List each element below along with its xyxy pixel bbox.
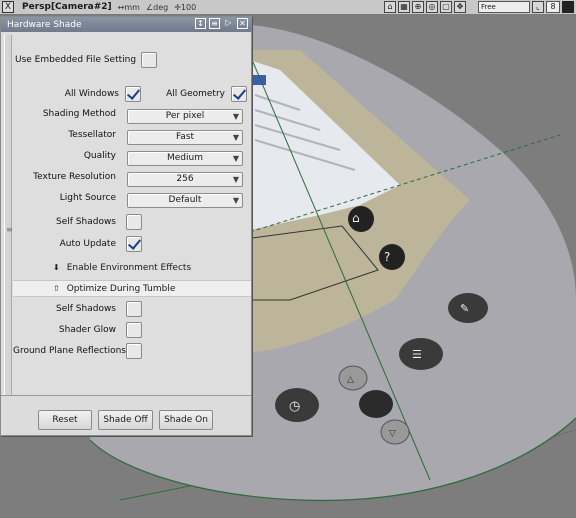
auto-update-row: Auto Update [15,236,142,252]
tessellator-select[interactable]: Fast ▼ [127,130,243,145]
all-windows-row: All Windows All Geometry [15,86,247,102]
frame-icon[interactable]: ▢ [440,1,452,13]
svg-text:◷: ◷ [289,399,300,414]
chevron-down-icon: ▼ [232,154,239,163]
menu-icon[interactable]: ≡ [209,18,220,29]
camera-mode-field[interactable]: Free [478,1,530,13]
texture-resolution-row: Texture Resolution [15,172,116,182]
svg-text:⌂: ⌂ [352,211,360,225]
shade-off-button[interactable]: Shade Off [98,410,153,430]
use-embedded-row: Use Embedded File Setting [15,52,158,68]
svg-text:☰: ☰ [412,348,422,361]
all-geometry-label: All Geometry [166,89,225,99]
ground-plane-checkbox[interactable] [126,343,142,359]
unit-mm-indicator: ↔mm [117,2,140,12]
quality-label: Quality [83,151,116,161]
close-icon[interactable]: ✕ [237,18,248,29]
unit-deg-indicator: ∠deg [145,2,169,12]
light-source-row: Light Source [15,193,116,203]
svg-text:?: ? [384,250,390,264]
all-windows-label: All Windows [64,89,119,99]
zoom-icon[interactable]: ⊕ [412,1,424,13]
auto-update-checkbox[interactable] [126,236,142,252]
move-icon[interactable]: ✥ [454,1,466,13]
texture-resolution-label: Texture Resolution [33,172,116,182]
chevron-down-icon: ▼ [232,175,239,184]
quality-row: Quality [15,151,116,161]
center-button [359,390,393,418]
env-effects-label: Enable Environment Effects [66,262,192,273]
self-shadows-2-label: Self Shadows [56,304,116,314]
viewport-close-button[interactable]: X [2,1,14,13]
panel-title: Hardware Shade [7,19,82,30]
shader-glow-checkbox[interactable] [126,322,142,338]
self-shadows-row: Self Shadows [15,214,142,230]
collapse-icon[interactable]: ↕ [195,18,206,29]
shading-method-select[interactable]: Per pixel ▼ [127,109,243,124]
svg-text:△: △ [347,375,354,385]
env-effects-toggle[interactable]: ⬇ Enable Environment Effects [13,259,251,276]
shading-method-label: Shading Method [42,109,116,119]
texture-resolution-value: 256 [176,174,194,184]
arrow-down-icon: ⬇ [53,263,60,272]
expand-icon[interactable]: ⌞ [532,1,544,13]
tessellator-value: Fast [175,132,195,142]
tessellator-label: Tessellator [68,130,116,140]
panel-footer: Reset Shade Off Shade On [1,395,251,435]
optimize-tumble-label: Optimize During Tumble [66,283,176,294]
auto-update-label: Auto Update [59,239,116,249]
self-shadows-2-row: Self Shadows [15,301,142,317]
viewport-title: Persp[Camera#2] [22,2,112,12]
optimize-tumble-toggle[interactable]: ⇧ Optimize During Tumble [13,280,251,297]
shading-method-value: Per pixel [165,111,205,121]
ground-plane-row: Ground Plane Reflections [13,343,142,359]
self-shadows-2-checkbox[interactable] [126,301,142,317]
quality-value: Medium [167,153,203,163]
viewport-toolbar: X Persp[Camera#2] ↔mm ∠deg ✛100 ⌂ ▦ ⊕ ◎ … [0,0,576,15]
chevron-down-icon: ▼ [232,133,239,142]
arrow-up-icon: ⇧ [53,284,60,293]
shading-method-row: Shading Method [15,109,116,119]
light-source-select[interactable]: Default ▼ [127,193,243,208]
play-icon[interactable]: ▷ [223,18,234,29]
ground-plane-label: Ground Plane Reflections [13,346,126,356]
panel-titlebar[interactable]: Hardware Shade ↕ ≡ ▷ ✕ [1,17,251,32]
chevron-down-icon: ▼ [232,112,239,121]
grip-icon: ≡ [6,225,13,234]
help-button [379,244,405,270]
grid-icon[interactable]: ▦ [398,1,410,13]
camera-icon[interactable]: ⌂ [384,1,396,13]
reset-button[interactable]: Reset [38,410,92,430]
chevron-down-icon: ▼ [232,196,239,205]
shade-on-button[interactable]: Shade On [159,410,213,430]
use-embedded-checkbox[interactable] [141,52,158,68]
panel-body: ≡ Use Embedded File Setting All Windows … [1,33,251,408]
use-embedded-label: Use Embedded File Setting [15,55,137,65]
target-icon[interactable]: ◎ [426,1,438,13]
svg-text:▽: ▽ [389,429,396,439]
svg-text:✎: ✎ [460,302,469,315]
unit-scale-indicator: ✛100 [174,2,197,12]
self-shadows-checkbox[interactable] [126,214,142,230]
light-source-value: Default [168,195,202,205]
light-source-label: Light Source [59,193,116,203]
self-shadows-label: Self Shadows [56,217,116,227]
texture-resolution-select[interactable]: 256 ▼ [127,172,243,187]
quality-select[interactable]: Medium ▼ [127,151,243,166]
hardware-shade-panel: Hardware Shade ↕ ≡ ▷ ✕ ≡ Use Embedded Fi… [0,16,252,436]
window-corner-icon[interactable] [562,1,574,13]
shader-glow-label: Shader Glow [58,325,116,335]
layer-field[interactable]: 8 [546,1,560,13]
shader-glow-row: Shader Glow [15,322,142,338]
tessellator-row: Tessellator [15,130,116,140]
panel-splitter[interactable]: ≡ [4,35,13,408]
all-windows-checkbox[interactable] [125,86,141,102]
all-geometry-checkbox[interactable] [231,86,247,102]
